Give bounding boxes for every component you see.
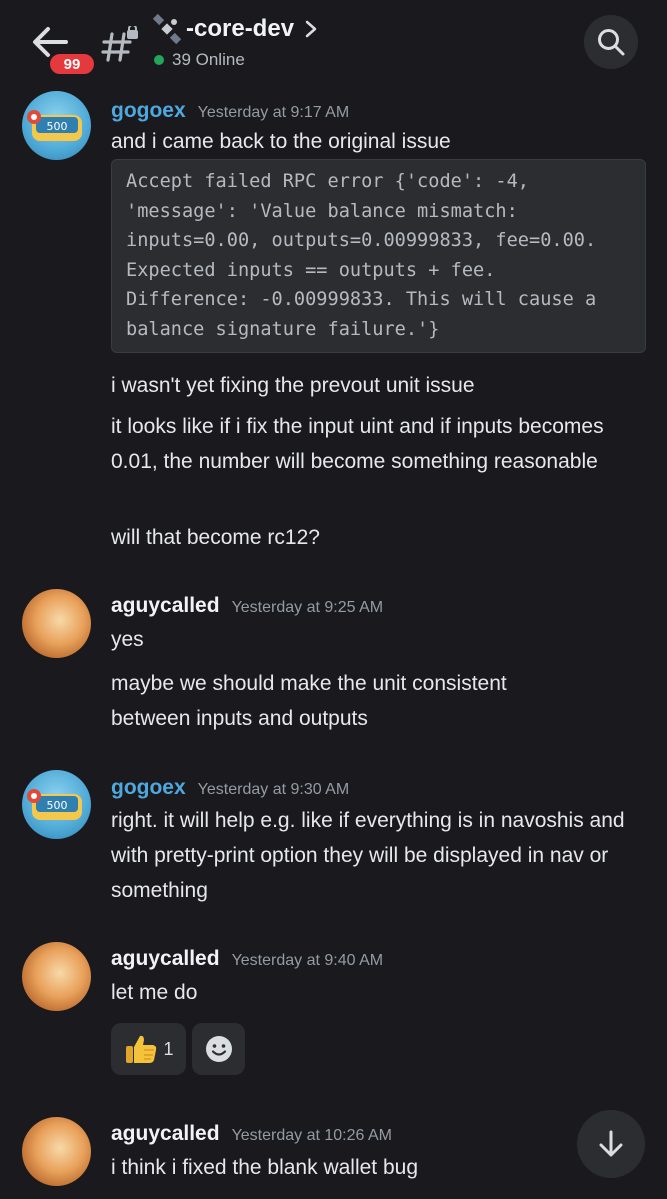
online-dot [154, 55, 164, 65]
reaction-thumbs-up[interactable]: 1 [111, 1023, 186, 1075]
message-text: it looks like if i fix the input uint an… [111, 415, 604, 473]
message-author[interactable]: gogoex Yesterday at 9:17 AM [111, 99, 349, 123]
avatar[interactable] [22, 942, 91, 1011]
message-text: let me do [111, 981, 198, 1004]
chevron-right-icon [305, 20, 317, 38]
add-reaction-button[interactable] [192, 1023, 245, 1075]
locked-channel-hash-icon [101, 26, 138, 62]
avatar[interactable]: 500 [22, 91, 91, 160]
message-author[interactable]: aguycalled Yesterday at 9:25 AM [111, 594, 383, 618]
message-text: right. it will help e.g. like if everyth… [111, 809, 625, 902]
game-avatar-image: 500 [27, 789, 82, 820]
message-text: yes [111, 628, 144, 651]
search-button[interactable] [584, 15, 638, 69]
message-timestamp: Yesterday at 9:25 AM [231, 599, 384, 616]
code-line: balance signature failure.'} [126, 318, 440, 340]
message-text: and i came back to the original issue [111, 130, 451, 153]
message-text: i wasn't yet fixing the prevout unit iss… [111, 374, 475, 397]
unread-badge: 99 [47, 51, 97, 77]
message-timestamp: Yesterday at 9:40 AM [231, 952, 384, 969]
search-icon [598, 29, 625, 56]
svg-text:500: 500 [47, 799, 68, 812]
smiley-add-icon [205, 1036, 232, 1062]
avatar[interactable] [22, 589, 91, 658]
message-author[interactable]: aguycalled Yesterday at 9:40 AM [111, 947, 383, 971]
online-count: 39 Online [172, 50, 245, 69]
channel-header: 99 -core-dev 39 Online [0, 0, 667, 88]
avatar[interactable]: 500 [22, 770, 91, 839]
svg-text:500: 500 [47, 120, 68, 133]
channel-title[interactable]: -core-dev [152, 14, 318, 44]
avatar[interactable] [22, 1117, 91, 1186]
code-block: Accept failed RPC error {'code': -4, 'me… [111, 159, 646, 353]
code-line: Accept failed RPC error {'code': -4, [126, 171, 529, 192]
channel-name: -core-dev [186, 15, 295, 42]
reaction-count: 1 [163, 1038, 174, 1059]
message-author[interactable]: aguycalled Yesterday at 10:26 AM [111, 1122, 392, 1146]
satellite-icon [152, 14, 182, 44]
code-line: Difference: -0.00999833. This will cause… [126, 289, 597, 311]
code-line: inputs=0.00, outputs=0.00999833, fee=0.0… [126, 230, 597, 252]
code-line: Expected inputs == outputs + fee. [126, 259, 496, 281]
message-text: will that become rc12? [111, 526, 320, 549]
game-avatar-image: 500 [27, 110, 82, 141]
online-status: 39 Online [154, 50, 245, 70]
message-timestamp: Yesterday at 9:17 AM [197, 104, 350, 121]
message-text: i think i fixed the blank wallet bug [111, 1156, 419, 1179]
message-timestamp: Yesterday at 9:30 AM [197, 781, 350, 798]
arrow-down-icon [599, 1130, 623, 1157]
thumbs-up-icon [126, 1035, 157, 1063]
message-timestamp: Yesterday at 10:26 AM [231, 1127, 392, 1144]
code-line: 'message': 'Value balance mismatch: [126, 200, 518, 222]
message-author[interactable]: gogoex Yesterday at 9:30 AM [111, 776, 349, 800]
message-text: maybe we should make the unit consistent… [111, 672, 507, 730]
jump-to-bottom-button[interactable] [577, 1110, 645, 1178]
